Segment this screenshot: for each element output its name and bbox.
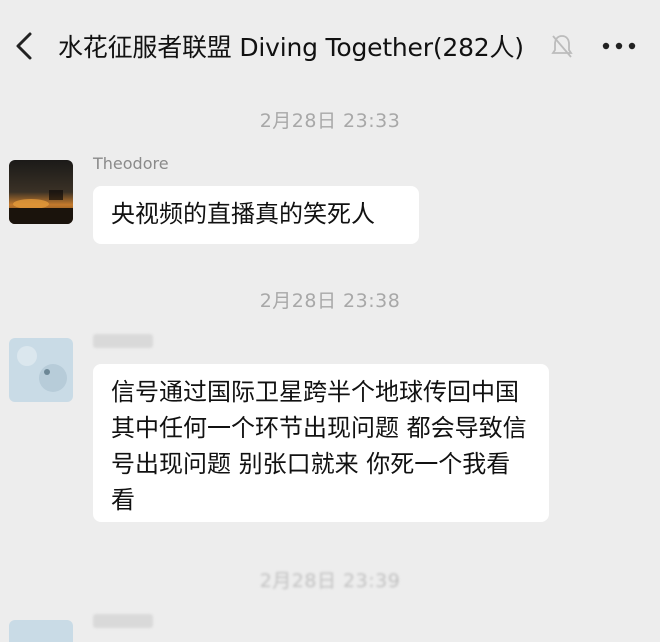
chat-screen: 水花征服者联盟 Diving Together(282人) 2月28日 23:3… <box>0 0 660 642</box>
avatar[interactable] <box>9 160 73 224</box>
back-arrow-icon[interactable] <box>12 28 40 64</box>
avatar-light-blue-image <box>9 620 73 642</box>
avatar[interactable] <box>9 338 73 402</box>
avatar-sunset-image <box>9 160 73 224</box>
message-bubble[interactable]: 央视频的直播真的笑死人 <box>93 186 419 244</box>
chat-header: 水花征服者联盟 Diving Together(282人) <box>0 0 660 88</box>
message-timestamp: 2月28日 23:39 <box>259 570 401 592</box>
message-timestamp: 2月28日 23:33 <box>259 110 401 132</box>
mute-bell-icon <box>551 35 573 58</box>
message-bubble[interactable]: 信号通过国际卫星跨半个地球传回中国 其中任何一个环节出现问题 都会导致信号出现问… <box>93 364 549 522</box>
avatar[interactable] <box>9 620 73 642</box>
sender-name: Theodore <box>93 154 169 173</box>
chat-title: 水花征服者联盟 Diving Together(282人) <box>58 33 524 62</box>
more-options-icon[interactable] <box>602 42 636 50</box>
avatar-light-blue-image <box>9 338 73 402</box>
sender-name-blurred <box>93 334 153 348</box>
sender-name-blurred <box>93 614 153 628</box>
message-timestamp: 2月28日 23:38 <box>259 290 401 312</box>
